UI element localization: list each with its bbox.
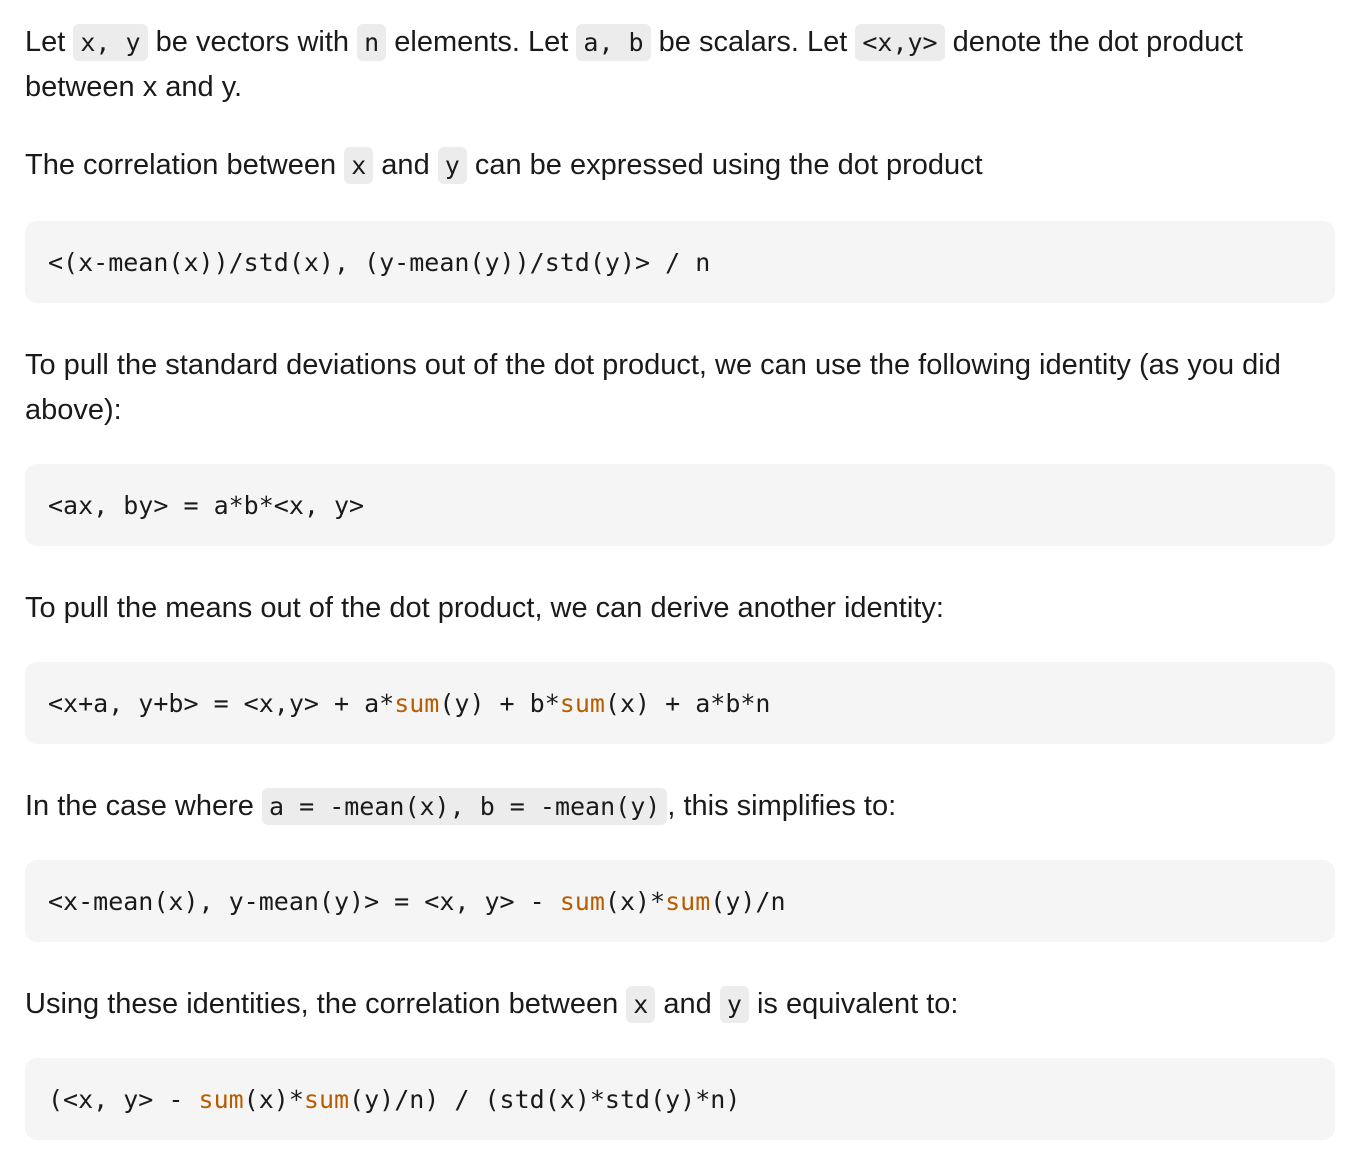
text: can be expressed using the dot product bbox=[466, 149, 983, 181]
paragraph-definitions: Let x, y be vectors with n elements. Let… bbox=[25, 20, 1335, 110]
code-text: (y)/n) / (std(x)*std(y)*n) bbox=[349, 1084, 741, 1114]
code-function: sum bbox=[394, 688, 440, 718]
code-text: (x) + a*b*n bbox=[604, 688, 771, 718]
code-function: sum bbox=[303, 1084, 350, 1114]
inline-code-substitution: a = -mean(x), b = -mean(y) bbox=[261, 788, 668, 825]
paragraph-std-identity: To pull the standard deviations out of t… bbox=[25, 349, 1281, 426]
inline-code-y: y bbox=[437, 147, 467, 184]
code-text: <ax, by> = a*b*<x, y> bbox=[48, 490, 365, 520]
code-text: <x-mean(x), y-mean(y)> = <x, y> - bbox=[48, 886, 560, 916]
text: Let bbox=[25, 26, 74, 58]
code-function: sum bbox=[665, 886, 711, 916]
code-block-scalar-identity[interactable]: <ax, by> = a*b*<x, y> bbox=[25, 464, 1335, 546]
paragraph-mean-identity: To pull the means out of the dot product… bbox=[25, 592, 944, 624]
text: The correlation between bbox=[25, 149, 345, 181]
code-function: sum bbox=[559, 886, 605, 916]
code-function: sum bbox=[559, 688, 605, 718]
code-text: <x+a, y+b> = <x,y> + a* bbox=[48, 688, 395, 718]
code-text: <(x-mean(x))/std(x), (y-mean(y))/std(y)>… bbox=[48, 247, 711, 277]
paragraph-simplify: In the case where a = -mean(x), b = -mea… bbox=[25, 784, 1335, 829]
inline-code-ab: a, b bbox=[576, 24, 651, 61]
code-block-correlation[interactable]: <(x-mean(x))/std(x), (y-mean(y))/std(y)>… bbox=[25, 221, 1335, 303]
code-text: (x)* bbox=[604, 886, 666, 916]
text: elements. Let bbox=[386, 26, 577, 58]
text: and bbox=[373, 149, 438, 181]
paragraph-correlation: The correlation between x and y can be e… bbox=[25, 143, 1335, 188]
code-text: (x)* bbox=[243, 1084, 304, 1114]
inline-code-xy: x, y bbox=[73, 24, 148, 61]
code-text: (<x, y> - bbox=[48, 1084, 199, 1114]
code-block-final-formula[interactable]: (<x, y> - sum (x)* sum (y)/n) / (std(x)*std… bbox=[25, 1058, 1335, 1140]
text: be vectors with bbox=[147, 26, 358, 58]
code-block-simplified[interactable]: <x-mean(x), y-mean(y)> = <x, y> - sum (x)… bbox=[25, 860, 1335, 942]
text: Using these identities, the correlation … bbox=[25, 988, 627, 1020]
code-function: sum bbox=[198, 1084, 244, 1114]
text: is equivalent to: bbox=[748, 988, 959, 1020]
paragraph-conclusion: Using these identities, the correlation … bbox=[25, 982, 1335, 1027]
inline-code-dot: <x,y> bbox=[855, 24, 945, 61]
inline-code-x: x bbox=[626, 986, 656, 1023]
inline-code-y: y bbox=[719, 986, 749, 1023]
text: In the case where bbox=[25, 790, 262, 822]
answer-content: Let x, y be vectors with n elements. Let… bbox=[0, 0, 1360, 1140]
text: , this simplifies to: bbox=[667, 790, 897, 822]
inline-code-n: n bbox=[357, 24, 387, 61]
code-block-mean-identity[interactable]: <x+a, y+b> = <x,y> + a* sum (y) + b* sum (x)… bbox=[25, 662, 1335, 744]
text: be scalars. Let bbox=[650, 26, 856, 58]
code-text: (y) + b* bbox=[439, 688, 560, 718]
code-text: (y)/n bbox=[710, 886, 786, 916]
inline-code-x: x bbox=[344, 147, 374, 184]
text: and bbox=[655, 988, 720, 1020]
